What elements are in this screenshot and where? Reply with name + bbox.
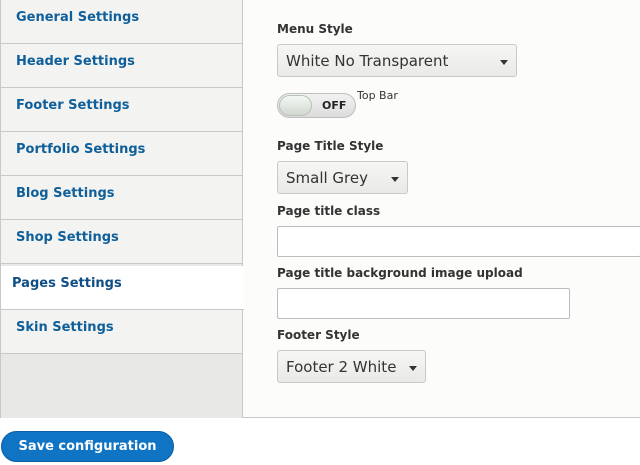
sidebar-item-label: Blog Settings bbox=[16, 186, 115, 201]
chevron-down-icon bbox=[500, 60, 508, 65]
sidebar-item-label: Pages Settings bbox=[12, 276, 122, 291]
sidebar-item-header-settings[interactable]: Header Settings bbox=[1, 44, 242, 88]
sidebar-item-blog-settings[interactable]: Blog Settings bbox=[1, 176, 242, 220]
page-title-class-label: Page title class bbox=[277, 204, 381, 218]
chevron-down-icon bbox=[391, 177, 399, 182]
page-title-bg-upload-input[interactable] bbox=[277, 288, 570, 319]
sidebar-item-skin-settings[interactable]: Skin Settings bbox=[1, 310, 242, 354]
settings-panel: General Settings Header Settings Footer … bbox=[0, 0, 640, 418]
page-title-class-input[interactable] bbox=[277, 226, 640, 257]
settings-content: Menu Style White No Transparent OFF Top … bbox=[243, 0, 640, 418]
sidebar-item-label: Shop Settings bbox=[16, 230, 119, 245]
page-title-style-label: Page Title Style bbox=[277, 139, 384, 153]
menu-style-value: White No Transparent bbox=[286, 52, 449, 70]
save-configuration-button[interactable]: Save configuration bbox=[1, 431, 174, 462]
page-title-style-value: Small Grey bbox=[286, 169, 368, 187]
toggle-knob bbox=[279, 95, 312, 116]
sidebar-item-shop-settings[interactable]: Shop Settings bbox=[1, 220, 242, 264]
page-title-bg-upload-label: Page title background image upload bbox=[277, 266, 523, 280]
sidebar-item-pages-settings[interactable]: Pages Settings bbox=[1, 266, 244, 310]
sidebar-item-label: Portfolio Settings bbox=[16, 142, 146, 157]
sidebar-item-portfolio-settings[interactable]: Portfolio Settings bbox=[1, 132, 242, 176]
sidebar-item-label: Skin Settings bbox=[16, 320, 114, 335]
menu-style-select[interactable]: White No Transparent bbox=[277, 44, 517, 77]
footer-style-value: Footer 2 White bbox=[286, 358, 397, 376]
sidebar-item-general-settings[interactable]: General Settings bbox=[1, 0, 242, 44]
sidebar-item-label: General Settings bbox=[16, 10, 140, 25]
footer-style-select[interactable]: Footer 2 White bbox=[277, 350, 426, 383]
toggle-state: OFF bbox=[322, 99, 347, 112]
top-bar-label: Top Bar bbox=[357, 89, 398, 102]
settings-sidebar: General Settings Header Settings Footer … bbox=[1, 0, 244, 418]
sidebar-item-footer-settings[interactable]: Footer Settings bbox=[1, 88, 242, 132]
sidebar-item-label: Footer Settings bbox=[16, 98, 130, 113]
footer-style-label: Footer Style bbox=[277, 328, 360, 342]
menu-style-label: Menu Style bbox=[277, 22, 353, 36]
top-bar-toggle[interactable]: OFF bbox=[277, 93, 356, 118]
chevron-down-icon bbox=[409, 366, 417, 371]
page-title-style-select[interactable]: Small Grey bbox=[277, 161, 408, 194]
sidebar-item-label: Header Settings bbox=[16, 54, 135, 69]
